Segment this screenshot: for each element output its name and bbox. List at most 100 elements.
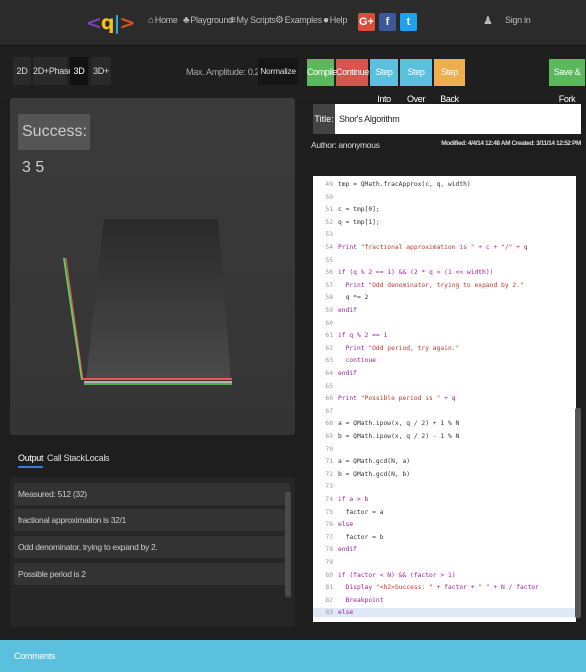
editor-scrollbar[interactable] xyxy=(575,408,581,618)
line-number[interactable]: 68 xyxy=(313,419,333,428)
output-panel[interactable]: Measured: 512 (32) fractional approximat… xyxy=(10,477,295,627)
line-number[interactable]: 70 xyxy=(313,445,333,454)
line-number[interactable]: 66 xyxy=(313,394,333,403)
line-number[interactable]: 79 xyxy=(313,558,333,567)
line-number[interactable]: 52 xyxy=(313,218,333,227)
line-number[interactable]: 74 xyxy=(313,495,333,504)
code-line[interactable]: 50 xyxy=(313,193,576,202)
view-3d-plus-button[interactable]: 3D+ xyxy=(91,57,111,85)
line-number[interactable]: 67 xyxy=(313,407,333,416)
line-number[interactable]: 49 xyxy=(313,180,333,189)
code-line[interactable]: 62 Print "Odd period, try again." xyxy=(313,344,576,353)
line-number[interactable]: 64 xyxy=(313,369,333,378)
line-number[interactable]: 73 xyxy=(313,482,333,491)
code-line[interactable]: 57 Print "Odd denominator, trying to exp… xyxy=(313,281,576,290)
line-number[interactable]: 80 xyxy=(313,571,333,580)
nav-playground[interactable]: ♣Playground xyxy=(183,15,233,26)
line-number[interactable]: 72 xyxy=(313,470,333,479)
line-number[interactable]: 76 xyxy=(313,520,333,529)
step-over-button[interactable]: Step Over xyxy=(400,59,432,104)
code-line[interactable]: 51 c = tmp[0]; xyxy=(313,205,576,214)
facebook-icon[interactable]: f xyxy=(379,13,396,31)
code-line[interactable]: 74 if a > b xyxy=(313,495,576,504)
line-number[interactable]: 50 xyxy=(313,193,333,202)
code-line[interactable]: 76 else xyxy=(313,520,576,529)
tab-locals[interactable]: Locals xyxy=(85,453,110,463)
nav-home[interactable]: ⌂Home xyxy=(148,15,178,26)
code-line[interactable]: 55 xyxy=(313,256,576,265)
line-number[interactable]: 81 xyxy=(313,583,333,592)
code-line[interactable]: 49 tmp = QMath.fracApprox(c, q, width) xyxy=(313,180,576,189)
line-number[interactable]: 53 xyxy=(313,230,333,239)
code-line[interactable]: 52 q = tmp[1]; xyxy=(313,218,576,227)
code-editor[interactable]: 49 tmp = QMath.fracApprox(c, q, width) 50 5… xyxy=(313,176,576,622)
code-line[interactable]: 72 b = QMath.gcd(N, b) xyxy=(313,470,576,479)
line-number[interactable]: 51 xyxy=(313,205,333,214)
code-line[interactable]: 73 xyxy=(313,482,576,491)
qubit-visualization-3d[interactable]: Success: 3 5 xyxy=(10,98,295,435)
nav-my-scripts[interactable]: ≡My Scripts xyxy=(230,15,276,26)
title-input[interactable]: Shor's Algorithm xyxy=(335,104,581,134)
line-number[interactable]: 82 xyxy=(313,596,333,605)
code-line[interactable]: 59 endif xyxy=(313,306,576,315)
code-line[interactable]: 81 Display "<h2>Success: " + factor + " … xyxy=(313,583,576,592)
line-number[interactable]: 59 xyxy=(313,306,333,315)
code-line[interactable]: 67 xyxy=(313,407,576,416)
view-3d-button[interactable]: 3D xyxy=(70,57,88,85)
code-line[interactable]: 66 Print "Possible period is " + q xyxy=(313,394,576,403)
line-number[interactable]: 55 xyxy=(313,256,333,265)
line-number[interactable]: 78 xyxy=(313,545,333,554)
line-number[interactable]: 61 xyxy=(313,331,333,340)
code-line[interactable]: 77 factor = b xyxy=(313,533,576,542)
qcengine-logo[interactable]: < q | > xyxy=(86,9,135,37)
code-line[interactable]: 65 xyxy=(313,382,576,391)
code-line[interactable]: 79 xyxy=(313,558,576,567)
line-number[interactable]: 60 xyxy=(313,319,333,328)
line-number[interactable]: 63 xyxy=(313,356,333,365)
code-line[interactable]: 83 else xyxy=(313,608,576,618)
tab-output[interactable]: Output xyxy=(18,453,44,468)
code-line[interactable]: 82 Breakpoint xyxy=(313,596,576,605)
code-line[interactable]: 75 factor = a xyxy=(313,508,576,517)
sign-in-link[interactable]: Sign in xyxy=(505,15,531,25)
continue-button[interactable]: Continue xyxy=(336,59,369,86)
code-line[interactable]: 60 xyxy=(313,319,576,328)
comments-bar[interactable]: Comments xyxy=(0,640,586,672)
tab-call-stack[interactable]: Call Stack xyxy=(47,453,85,463)
normalize-button[interactable]: Normalize xyxy=(258,58,298,85)
nav-examples[interactable]: ⚙Examples ▾ xyxy=(275,15,329,26)
code-line[interactable]: 53 xyxy=(313,230,576,239)
line-number[interactable]: 69 xyxy=(313,432,333,441)
code-line[interactable]: 61 if q % 2 == 1 xyxy=(313,331,576,340)
code-line[interactable]: 78 endif xyxy=(313,545,576,554)
code-line[interactable]: 69 b = QMath.ipow(x, q / 2) - 1 % N xyxy=(313,432,576,441)
line-number[interactable]: 57 xyxy=(313,281,333,290)
code-line[interactable]: 58 q *= 2 xyxy=(313,293,576,302)
step-back-button[interactable]: Step Back xyxy=(434,59,465,104)
google-plus-icon[interactable]: G+ xyxy=(358,13,375,31)
save-fork-button[interactable]: Save & Fork xyxy=(549,59,585,104)
output-scrollbar[interactable] xyxy=(285,492,291,597)
nav-help[interactable]: ●Help xyxy=(323,15,347,26)
line-number[interactable]: 54 xyxy=(313,243,333,252)
twitter-icon[interactable]: t xyxy=(400,13,417,31)
code-line[interactable]: 68 a = QMath.ipow(x, q / 2) + 1 % N xyxy=(313,419,576,428)
line-number[interactable]: 71 xyxy=(313,457,333,466)
code-line[interactable]: 80 if (factor < N) && (factor > 1) xyxy=(313,571,576,580)
line-number[interactable]: 75 xyxy=(313,508,333,517)
compile-button[interactable]: Compile xyxy=(307,59,338,86)
line-number[interactable]: 77 xyxy=(313,533,333,542)
code-line[interactable]: 70 xyxy=(313,445,576,454)
line-number[interactable]: 56 xyxy=(313,268,333,277)
code-line[interactable]: 56 if (q % 2 == 1) && (2 * q < (1 << widt… xyxy=(313,268,576,277)
code-line[interactable]: 71 a = QMath.gcd(N, a) xyxy=(313,457,576,466)
code-line[interactable]: 54 Print "fractional approximation is " +… xyxy=(313,243,576,252)
code-line[interactable]: 63 continue xyxy=(313,356,576,365)
line-number[interactable]: 65 xyxy=(313,382,333,391)
view-2d-button[interactable]: 2D xyxy=(13,57,31,85)
step-into-button[interactable]: Step Into xyxy=(370,59,398,104)
line-number[interactable]: 62 xyxy=(313,344,333,353)
code-line[interactable]: 64 endif xyxy=(313,369,576,378)
view-2d-phase-button[interactable]: 2D+Phase xyxy=(33,57,73,85)
line-number[interactable]: 58 xyxy=(313,293,333,302)
